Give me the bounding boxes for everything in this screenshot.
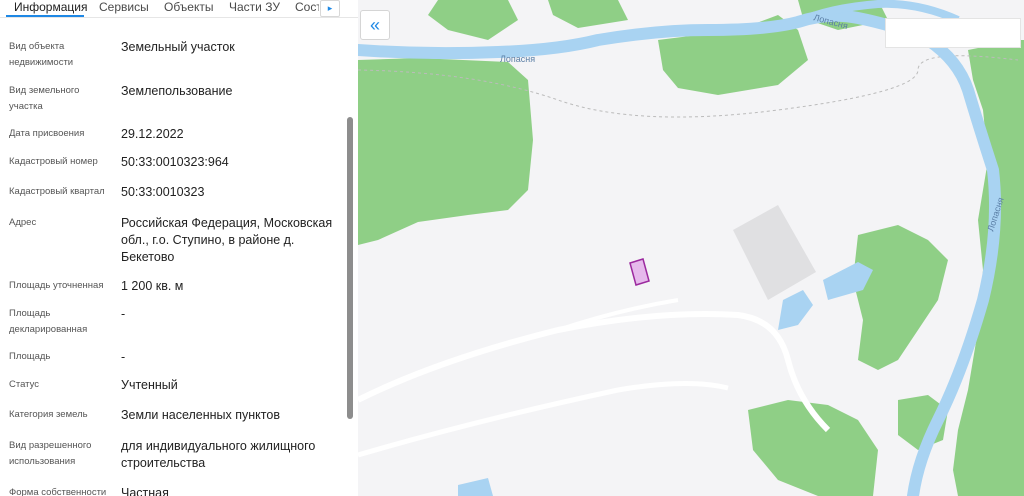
active-tab-indicator (6, 15, 84, 17)
building-area (733, 205, 816, 300)
property-label: Площадь уточненная (9, 280, 104, 291)
property-label: Кадастровый квартал (9, 186, 105, 197)
property-label: Площадь декларированная (9, 308, 88, 335)
property-value: Земли населенных пунктов (121, 408, 280, 422)
address-value: Российская Федерация, Московская обл., г… (121, 216, 333, 264)
area-value: 1 200 кв. м (121, 279, 184, 293)
pond (778, 290, 813, 330)
property-label: Категория земель (9, 409, 88, 420)
forest-areas (358, 0, 1024, 496)
cadastral-number: 50:33:0010323:964 (121, 155, 229, 169)
tab-parts[interactable]: Части ЗУ (229, 0, 280, 14)
property-value: - (121, 307, 126, 321)
tab-composition[interactable]: Соста (295, 0, 319, 14)
selected-parcel[interactable] (629, 258, 650, 286)
property-label: Вид разрешенного использования (9, 440, 92, 467)
tab-objects[interactable]: Объекты (164, 0, 214, 14)
status-value: Учтенный (121, 378, 178, 392)
property-label: Дата присвоения (9, 128, 85, 139)
property-label: Адрес (9, 217, 37, 228)
property-value: 29.12.2022 (121, 127, 184, 141)
road (358, 380, 729, 458)
map-search-box[interactable] (885, 18, 1021, 48)
river-label: Лопасня (500, 54, 535, 64)
property-label: Форма собственности (9, 487, 107, 496)
forest-area (358, 58, 533, 245)
property-label: Кадастровый номер (9, 156, 98, 167)
property-value: Частная (121, 486, 169, 496)
map-canvas[interactable]: Лопасня Лопасня Лопасня (358, 0, 1024, 496)
property-value: - (121, 350, 126, 364)
cadastral-quarter: 50:33:0010323 (121, 185, 205, 199)
property-label: Статус (9, 379, 40, 390)
forest-area (428, 0, 518, 40)
panel-scrollbar[interactable] (347, 117, 353, 419)
property-value: Землепользование (121, 84, 233, 98)
property-value: для индивидуального жилищного строительс… (121, 439, 316, 470)
property-value: Земельный участок (121, 40, 235, 54)
forest-area (853, 225, 948, 370)
tabs-next-arrow-icon[interactable]: ▸ (320, 0, 340, 17)
property-label: Вид объекта недвижимости (9, 41, 74, 68)
property-label: Площадь (9, 351, 51, 362)
tab-services[interactable]: Сервисы (99, 0, 149, 14)
tab-bar: Информация Сервисы Объекты Части ЗУ Сост… (0, 0, 358, 18)
property-label: Вид земельного участка (9, 85, 80, 112)
pond (458, 478, 493, 496)
collapse-panel-icon[interactable]: « (360, 10, 390, 40)
tab-information[interactable]: Информация (14, 0, 87, 14)
forest-area (548, 0, 628, 28)
info-panel: Информация Сервисы Объекты Части ЗУ Сост… (0, 0, 359, 496)
map-view[interactable]: Лопасня Лопасня Лопасня (358, 0, 1024, 496)
